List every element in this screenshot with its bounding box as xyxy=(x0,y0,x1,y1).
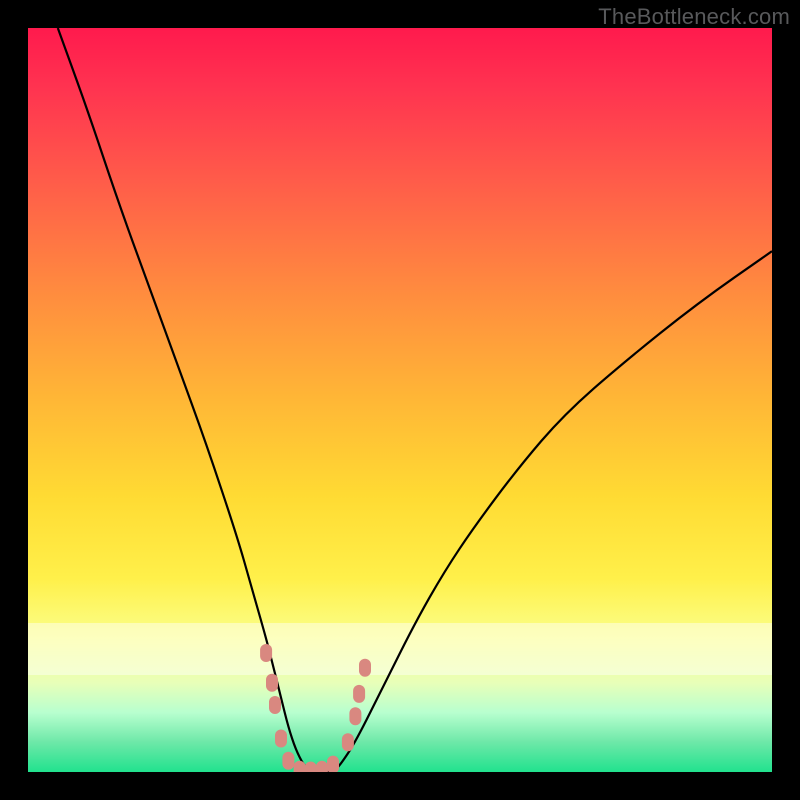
data-marker xyxy=(342,733,354,751)
data-markers xyxy=(260,644,371,772)
curve-layer xyxy=(28,28,772,772)
data-marker xyxy=(260,644,272,662)
data-marker xyxy=(327,756,339,772)
watermark-label: TheBottleneck.com xyxy=(598,4,790,30)
data-marker xyxy=(316,761,328,772)
data-marker xyxy=(353,685,365,703)
data-marker xyxy=(349,707,361,725)
chart-frame: TheBottleneck.com xyxy=(0,0,800,800)
bottleneck-curve xyxy=(58,28,772,772)
data-marker xyxy=(359,659,371,677)
data-marker xyxy=(269,696,281,714)
plot-area xyxy=(28,28,772,772)
data-marker xyxy=(282,752,294,770)
data-marker xyxy=(275,730,287,748)
data-marker xyxy=(305,762,317,773)
data-marker xyxy=(266,674,278,692)
